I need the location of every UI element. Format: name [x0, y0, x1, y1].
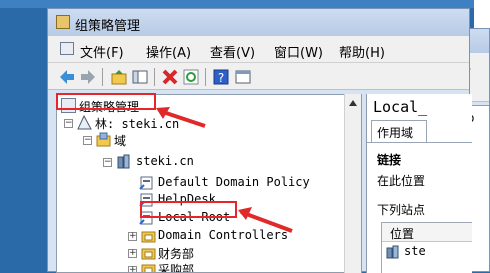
annotation-arrow	[240, 210, 293, 233]
annotation-arrow	[159, 109, 206, 128]
annotation-arrows	[156, 107, 293, 233]
